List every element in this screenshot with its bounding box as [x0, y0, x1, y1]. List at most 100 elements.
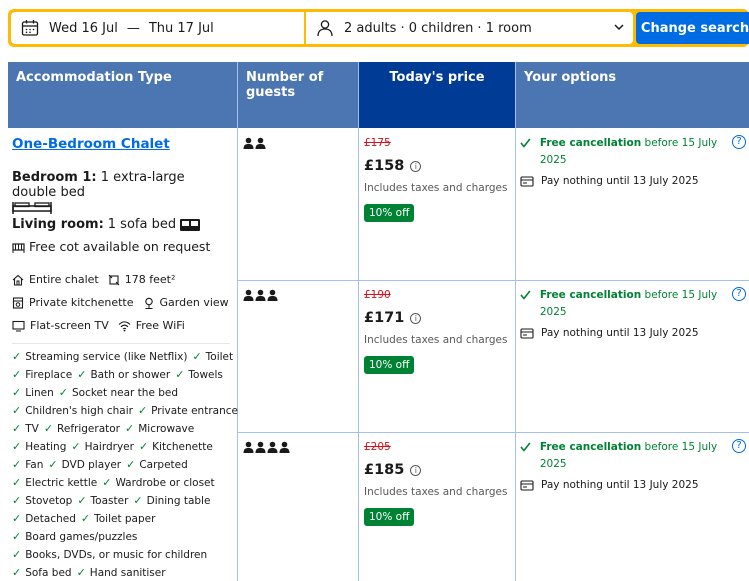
check-icon: ✓	[137, 404, 148, 417]
tv-icon	[12, 320, 25, 331]
check-icon: ✓	[102, 476, 112, 489]
check-icon: ✓	[12, 458, 22, 471]
check-icon: ✓	[71, 440, 81, 453]
amenity-item: ✓ Detached	[12, 512, 76, 525]
original-price: £175	[364, 137, 391, 149]
payment-card-icon	[520, 175, 534, 187]
room-name-link[interactable]: One-Bedroom Chalet	[12, 136, 232, 152]
check-icon: ✓	[80, 512, 91, 525]
amenity-row: ✓ Sofa bed ✓ Hand sanitiser	[12, 564, 232, 581]
taxes-note: Includes taxes and charges	[364, 486, 508, 498]
fact-private-kitchenette: Private kitchenette	[12, 296, 134, 309]
check-icon	[520, 290, 531, 300]
amenity-row: ✓ Fan ✓ DVD player ✓ Carpeted	[12, 456, 232, 474]
amenity-item: ✓ Kitchenette	[138, 440, 213, 453]
fact-entire-chalet: Entire chalet	[12, 273, 99, 286]
help-icon[interactable]: ?	[732, 439, 746, 453]
payment-card-icon	[520, 479, 534, 491]
pay-nothing-text: Pay nothing until 13 July 2025	[541, 327, 699, 339]
free-cancellation: Free cancellation before 15 July 2025	[520, 439, 745, 473]
amenity-item: ✓ Fan	[12, 458, 44, 471]
check-icon: ✓	[192, 350, 202, 363]
amenity-item: ✓ Toilet paper	[80, 512, 156, 525]
discount-badge: 10% off	[364, 204, 415, 222]
help-icon[interactable]: ?	[732, 287, 746, 301]
size-icon	[108, 274, 120, 285]
check-icon: ✓	[12, 350, 22, 363]
check-icon: ✓	[12, 386, 22, 399]
check-icon: ✓	[76, 566, 86, 579]
date-picker[interactable]: Wed 16 Jul — Thu 17 Jul	[11, 12, 304, 44]
house-icon	[12, 274, 24, 286]
amenity-item: ✓ Hairdryer	[71, 440, 134, 453]
check-icon: ✓	[126, 458, 136, 471]
header-accommodation-type: Accommodation Type	[8, 62, 237, 128]
check-icon	[520, 138, 531, 148]
amenity-item: ✓ Towels	[175, 368, 223, 381]
info-icon[interactable]: i	[410, 464, 422, 476]
check-icon: ✓	[77, 368, 87, 381]
help-icon[interactable]: ?	[732, 135, 746, 149]
check-icon: ✓	[12, 512, 22, 525]
divider	[12, 343, 230, 344]
amenity-item: ✓ Carpeted	[126, 458, 188, 471]
check-icon: ✓	[43, 422, 54, 435]
check-icon: ✓	[125, 422, 135, 435]
amenity-item: ✓ Dining table	[133, 494, 211, 507]
amenity-item: ✓ Books, DVDs, or music for children	[12, 548, 208, 561]
cot-text: Free cot available on request	[29, 239, 211, 254]
amenity-item: ✓ Board games/puzzles	[12, 530, 138, 543]
wifi-icon	[118, 320, 131, 331]
check-icon: ✓	[77, 494, 87, 507]
info-icon[interactable]: i	[410, 312, 422, 324]
amenity-row: ✓ TV ✓ Refrigerator ✓ Microwave	[12, 420, 232, 438]
check-icon: ✓	[12, 404, 22, 417]
guest-selector[interactable]: 2 adults · 0 children · 1 room	[306, 12, 633, 44]
discount-badge: 10% off	[364, 508, 415, 526]
sofa-bed-icon	[180, 218, 201, 231]
check-icon: ✓	[48, 458, 58, 471]
calendar-icon	[21, 20, 39, 36]
pay-later: Pay nothing until 13 July 2025	[520, 175, 745, 187]
amenity-item: ✓ Fireplace	[12, 368, 73, 381]
check-icon: ✓	[12, 476, 22, 489]
amenity-item: ✓ Streaming service (like Netflix)	[12, 350, 188, 363]
amenity-row: ✓ Fireplace ✓ Bath or shower ✓ Towels	[12, 366, 232, 384]
amenity-item: ✓ Toilet	[192, 350, 234, 363]
pay-later: Pay nothing until 13 July 2025	[520, 327, 745, 339]
person-icon	[317, 20, 333, 37]
guest-summary: 2 adults · 0 children · 1 room	[344, 20, 532, 36]
info-icon[interactable]: i	[410, 160, 422, 172]
free-cancellation: Free cancellation before 15 July 2025	[520, 287, 745, 321]
guests-4-icon	[243, 441, 290, 453]
kitchen-icon	[12, 296, 24, 309]
row-divider	[238, 280, 749, 281]
original-price: £190	[364, 289, 391, 301]
bedroom-info: Bedroom 1: 1 extra-large double bed	[12, 170, 232, 200]
check-icon	[520, 442, 531, 452]
check-icon: ✓	[12, 368, 22, 381]
check-icon: ✓	[12, 440, 22, 453]
amenity-row: ✓ Stovetop ✓ Toaster ✓ Dining table	[12, 492, 232, 510]
discount-badge: 10% off	[364, 356, 415, 374]
taxes-note: Includes taxes and charges	[364, 334, 508, 346]
living-room-info: Living room: 1 sofa bed	[12, 217, 232, 232]
price-cell: £175 £158 i Includes taxes and charges 10…	[364, 137, 512, 222]
guests-2-icon	[243, 137, 266, 149]
free-cancellation-label: Free cancellation	[539, 137, 642, 149]
header-number-of-guests: Number of guests	[238, 62, 358, 128]
amenity-item: ✓ Heating	[12, 440, 67, 453]
check-icon: ✓	[133, 494, 143, 507]
current-price: £185	[364, 462, 405, 478]
garden-icon	[144, 297, 153, 309]
row-divider	[238, 432, 749, 433]
amenity-row: ✓ Children's high chair ✓ Private entrance	[12, 402, 238, 420]
amenity-item: ✓ Electric kettle	[12, 476, 98, 489]
check-out-date: Thu 17 Jul	[148, 20, 214, 36]
free-cancellation-label: Free cancellation	[539, 441, 642, 453]
change-search-button[interactable]: Change search	[636, 12, 749, 44]
fact-garden-view: Garden view	[143, 296, 229, 309]
date-separator: —	[126, 20, 140, 36]
pay-nothing-text: Pay nothing until 13 July 2025	[541, 479, 699, 491]
amenity-item: ✓ TV	[12, 422, 39, 435]
